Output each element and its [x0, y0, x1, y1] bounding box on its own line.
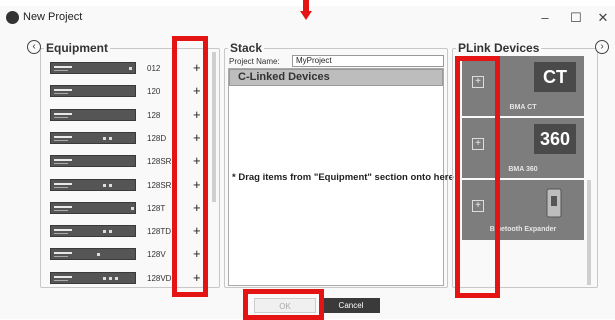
equipment-nav-left-icon[interactable]: ‹	[27, 40, 41, 54]
drop-hint: * Drag items from "Equipment" section on…	[232, 172, 454, 183]
c-linked-devices-header: C-Linked Devices	[229, 69, 443, 86]
bluetooth-device-icon	[546, 188, 562, 218]
equipment-label: 128TD	[147, 227, 172, 237]
equipment-label: 128	[147, 110, 161, 120]
title-bar: New Project – ☐ ✕	[0, 6, 615, 30]
equipment-device-icon	[50, 85, 136, 98]
project-name-label: Project Name:	[229, 57, 280, 66]
equipment-label: 128V	[147, 250, 166, 260]
plink-scrollbar[interactable]	[587, 180, 591, 285]
equipment-label: 128D	[147, 133, 167, 143]
equipment-device-icon	[50, 248, 136, 261]
cancel-button[interactable]: Cancel	[322, 298, 380, 313]
360-badge-icon: 360	[534, 124, 576, 154]
close-button[interactable]: ✕	[590, 8, 615, 28]
plink-legend: PLink Devices	[456, 41, 542, 55]
project-name-input[interactable]: MyProject	[292, 55, 444, 67]
highlight-box-plink-add	[455, 56, 500, 298]
equipment-device-icon	[50, 201, 136, 214]
equipment-device-icon	[50, 155, 136, 168]
minimize-button[interactable]: –	[532, 8, 558, 28]
app-icon	[6, 11, 19, 24]
stack-legend: Stack	[228, 41, 265, 55]
equipment-device-icon	[50, 178, 136, 191]
equipment-device-icon	[50, 108, 136, 121]
equipment-device-icon	[50, 271, 136, 284]
equipment-label: 128SR	[147, 157, 172, 167]
ct-badge-icon: CT	[534, 62, 576, 92]
highlight-box-ok	[243, 289, 324, 320]
maximize-button[interactable]: ☐	[563, 8, 589, 28]
equipment-device-icon	[50, 225, 136, 238]
equipment-device-icon	[50, 131, 136, 144]
window-title: New Project	[23, 11, 83, 23]
highlight-box-equipment-add	[172, 36, 208, 297]
equipment-legend: Equipment	[44, 41, 110, 55]
equipment-device-icon	[50, 62, 136, 74]
equipment-label: 012	[147, 64, 161, 73]
equipment-label: 128T	[147, 203, 166, 213]
new-project-window: New Project – ☐ ✕ Equipment ‹ 012 +120 +12…	[0, 0, 615, 320]
equipment-label: 128VD	[147, 273, 172, 283]
equipment-label: 120	[147, 87, 161, 97]
plink-nav-right-icon[interactable]: ›	[595, 40, 609, 54]
